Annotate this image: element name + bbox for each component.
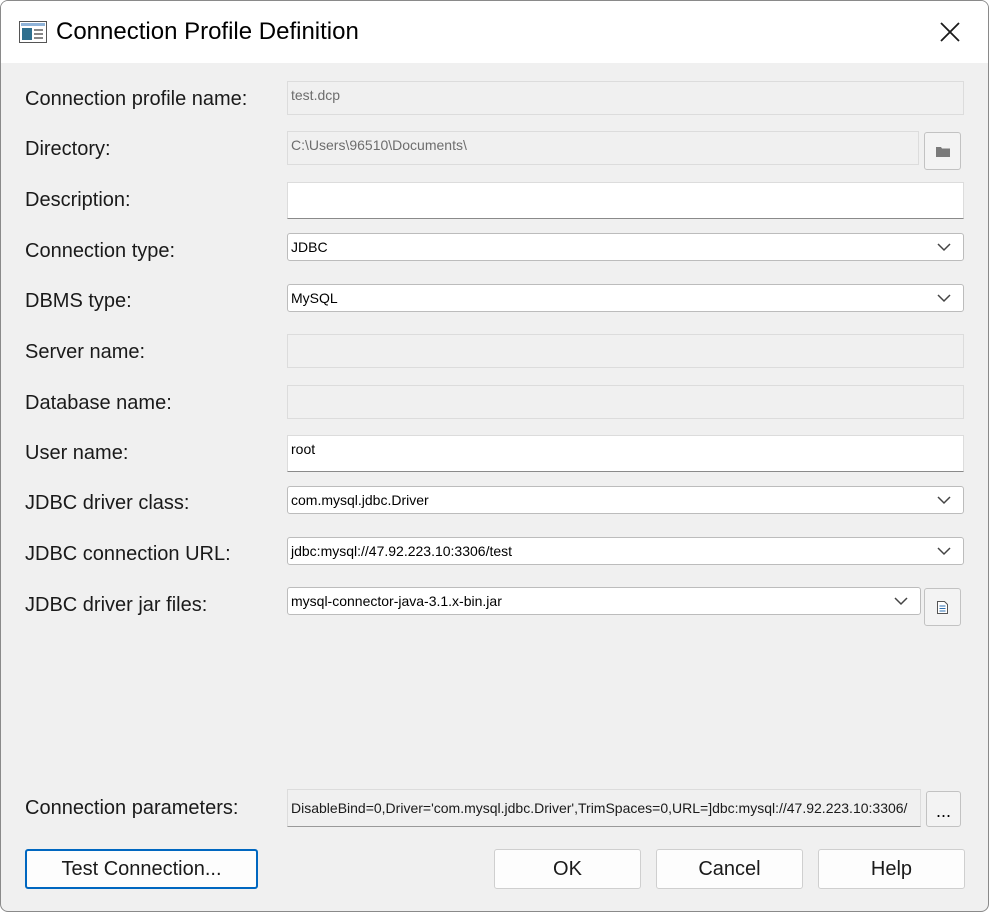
jdbc-url-label: JDBC connection URL: — [25, 543, 231, 565]
dialog-window: Connection Profile Definition Connection… — [0, 0, 989, 912]
user-name-input[interactable]: root — [287, 435, 964, 472]
chevron-down-icon — [894, 597, 908, 606]
jdbc-jar-label: JDBC driver jar files: — [25, 594, 208, 616]
close-icon — [940, 22, 960, 42]
profile-name-label: Connection profile name: — [25, 88, 248, 110]
chevron-down-icon — [937, 496, 951, 505]
connection-parameters-field: DisableBind=0,Driver='com.mysql.jdbc.Dri… — [287, 789, 921, 827]
directory-label: Directory: — [25, 138, 111, 160]
chevron-down-icon — [937, 294, 951, 303]
jdbc-url-select[interactable]: jdbc:mysql://47.92.223.10:3306/test — [287, 537, 964, 565]
description-input[interactable] — [287, 182, 964, 219]
file-icon — [937, 600, 948, 614]
server-name-label: Server name: — [25, 341, 146, 363]
connection-type-value: JDBC — [291, 239, 328, 255]
user-name-label: User name: — [25, 442, 129, 464]
dbms-type-label: DBMS type: — [25, 290, 132, 312]
edit-parameters-button[interactable]: ... — [926, 791, 961, 827]
database-name-field — [287, 385, 964, 419]
chevron-down-icon — [937, 243, 951, 252]
jdbc-url-value: jdbc:mysql://47.92.223.10:3306/test — [291, 543, 513, 559]
connection-parameters-label: Connection parameters: — [25, 797, 239, 819]
jdbc-driver-class-label: JDBC driver class: — [25, 492, 190, 514]
jdbc-jar-value: mysql-connector-java-3.1.x-bin.jar — [291, 593, 502, 609]
chevron-down-icon — [937, 547, 951, 556]
browse-jar-button[interactable] — [924, 588, 961, 626]
title-bar: Connection Profile Definition — [1, 1, 988, 63]
profile-name-field: test.dcp — [287, 81, 964, 115]
cancel-button[interactable]: Cancel — [656, 849, 803, 889]
server-name-field — [287, 334, 964, 368]
database-name-label: Database name: — [25, 392, 172, 414]
dbms-type-value: MySQL — [291, 290, 338, 306]
test-connection-button[interactable]: Test Connection... — [25, 849, 258, 889]
jdbc-driver-class-value: com.mysql.jdbc.Driver — [291, 492, 429, 508]
window-title: Connection Profile Definition — [56, 18, 359, 45]
browse-directory-button[interactable] — [924, 132, 961, 170]
jdbc-driver-class-select[interactable]: com.mysql.jdbc.Driver — [287, 486, 964, 514]
connection-type-label: Connection type: — [25, 240, 176, 262]
close-button[interactable] — [919, 7, 981, 57]
directory-field: C:\Users\96510\Documents\ — [287, 131, 919, 165]
connection-type-select[interactable]: JDBC — [287, 233, 964, 261]
jdbc-jar-select[interactable]: mysql-connector-java-3.1.x-bin.jar — [287, 587, 921, 615]
help-button[interactable]: Help — [818, 849, 965, 889]
folder-icon — [935, 146, 950, 157]
window-app-icon — [19, 21, 47, 43]
ok-button[interactable]: OK — [494, 849, 641, 889]
description-label: Description: — [25, 189, 131, 211]
dbms-type-select[interactable]: MySQL — [287, 284, 964, 312]
